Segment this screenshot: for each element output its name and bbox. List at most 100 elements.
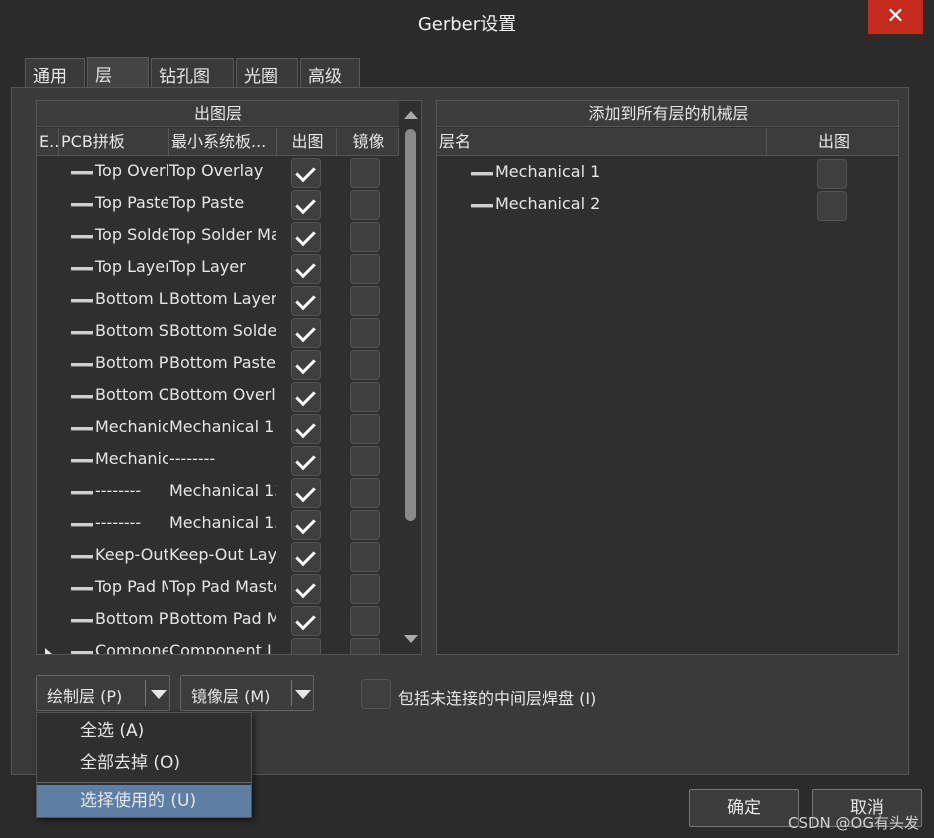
layer-color-icon xyxy=(71,299,93,303)
table-row[interactable]: Bottom PasteBottom Paste xyxy=(37,349,397,381)
mirror-checkbox[interactable] xyxy=(350,318,380,348)
expand-arrow-icon[interactable] xyxy=(45,648,52,654)
layer-name: Mechanical 1 xyxy=(495,162,601,181)
table-row[interactable]: Top Paste Top Paste xyxy=(37,189,397,221)
plot-checkbox[interactable] xyxy=(291,222,321,252)
mechanical-layers-header: 添加到所有层的机械层 xyxy=(437,101,898,127)
mirror-checkbox[interactable] xyxy=(350,446,380,476)
mirror-layers-dropdown-label: 镜像层 (M) xyxy=(191,687,271,706)
scroll-thumb[interactable] xyxy=(405,129,416,521)
table-row[interactable]: Mechanical-------- xyxy=(37,445,397,477)
mirror-checkbox[interactable] xyxy=(350,574,380,604)
tab-drill-drawing[interactable]: 钻孔图层 xyxy=(151,58,234,112)
mirror-checkbox[interactable] xyxy=(350,222,380,252)
plot-layers-scrollbar[interactable] xyxy=(400,101,421,654)
plot-checkbox[interactable] xyxy=(291,542,321,572)
mirror-checkbox[interactable] xyxy=(350,414,380,444)
table-row[interactable]: Bottom OverlayBottom Overlay xyxy=(37,381,397,413)
tab-content: 出图层 E.. PCB拼板 最小系统板... 出图 镜像 Top Overlay… xyxy=(11,87,909,775)
plot-checkbox[interactable] xyxy=(291,318,321,348)
layer-color-icon xyxy=(71,171,93,175)
col-e[interactable]: E.. xyxy=(37,128,59,156)
table-row[interactable]: -------- Mechanical 15 xyxy=(37,509,397,541)
col-layer-name[interactable]: 层名 xyxy=(437,128,767,156)
table-row[interactable]: Component LayerComponent Layer xyxy=(37,637,397,655)
list-item[interactable]: Mechanical 2 xyxy=(437,190,897,222)
pcb-layer-name: Top Paste xyxy=(95,193,168,212)
tab-layers[interactable]: 层 xyxy=(87,57,149,89)
min-system-layer-name: Top Layer xyxy=(169,257,246,276)
plot-checkbox[interactable] xyxy=(291,414,321,444)
mirror-checkbox[interactable] xyxy=(350,542,380,572)
mirror-checkbox[interactable] xyxy=(350,158,380,188)
plot-checkbox[interactable] xyxy=(291,478,321,508)
col-pcb-panel[interactable]: PCB拼板 xyxy=(59,128,169,156)
menu-item-select-used[interactable]: 选择使用的 (U) xyxy=(37,785,251,817)
plot-checkbox[interactable] xyxy=(291,510,321,540)
include-unconnected-checkbox[interactable] xyxy=(361,679,391,709)
plot-layers-header: 出图层 xyxy=(37,101,399,127)
table-row[interactable]: Top SolderTop Solder Mask xyxy=(37,221,397,253)
mirror-checkbox[interactable] xyxy=(350,510,380,540)
table-row[interactable]: Mechanical 1Mechanical 1 xyxy=(37,413,397,445)
menu-item-select-all[interactable]: 全选 (A) xyxy=(37,715,251,747)
menu-item-deselect-all[interactable]: 全部去掉 (O) xyxy=(37,747,251,779)
plot-checkbox[interactable] xyxy=(291,606,321,636)
plot-checkbox[interactable] xyxy=(291,286,321,316)
table-row[interactable]: Top OverlayTop Overlay xyxy=(37,157,397,189)
min-system-layer-name: Bottom Layer xyxy=(169,289,276,308)
tab-general[interactable]: 通用 xyxy=(25,58,85,88)
col-plot[interactable]: 出图 xyxy=(277,128,337,156)
mirror-checkbox[interactable] xyxy=(350,382,380,412)
mirror-checkbox[interactable] xyxy=(350,190,380,220)
chevron-down-icon[interactable] xyxy=(295,690,311,699)
plot-checkbox[interactable] xyxy=(291,574,321,604)
col-mech-plot[interactable]: 出图 xyxy=(767,128,898,156)
mech-plot-checkbox[interactable] xyxy=(817,191,847,221)
mirror-checkbox[interactable] xyxy=(350,254,380,284)
table-row[interactable]: Bottom SolderBottom Solder xyxy=(37,317,397,349)
plot-layers-dropdown[interactable]: 绘制层 (P) xyxy=(36,675,170,711)
mech-plot-checkbox[interactable] xyxy=(817,159,847,189)
chevron-down-icon[interactable] xyxy=(151,690,167,699)
mechanical-layers-panel: 添加到所有层的机械层 层名 出图 Mechanical 1 Mechanical… xyxy=(436,100,899,655)
mirror-layers-dropdown[interactable]: 镜像层 (M) xyxy=(180,675,314,711)
table-row[interactable]: Bottom LayerBottom Layer xyxy=(37,285,397,317)
list-item[interactable]: Mechanical 1 xyxy=(437,158,897,190)
tab-advanced[interactable]: 高级 xyxy=(300,58,360,88)
col-min-system[interactable]: 最小系统板... xyxy=(169,128,277,156)
scroll-up-icon[interactable] xyxy=(404,111,418,119)
plot-checkbox[interactable] xyxy=(291,254,321,284)
plot-checkbox[interactable] xyxy=(291,158,321,188)
scroll-down-icon[interactable] xyxy=(404,635,418,643)
mirror-checkbox[interactable] xyxy=(350,350,380,380)
plot-checkbox[interactable] xyxy=(291,382,321,412)
mirror-checkbox[interactable] xyxy=(350,638,380,654)
min-system-layer-name: Top Overlay xyxy=(169,161,264,180)
close-icon[interactable]: ✕ xyxy=(868,0,923,34)
mirror-checkbox[interactable] xyxy=(350,606,380,636)
min-system-layer-name: Component Layer xyxy=(169,641,276,655)
table-row[interactable]: Keep-Out LayerKeep-Out Layer xyxy=(37,541,397,573)
plot-layers-menu: 全选 (A) 全部去掉 (O) 选择使用的 (U) xyxy=(36,712,252,818)
table-row[interactable]: Bottom Pad MasterBottom Pad Master xyxy=(37,605,397,637)
table-row[interactable]: -------- Mechanical 13 xyxy=(37,477,397,509)
min-system-layer-name: Bottom Solder xyxy=(169,321,276,340)
watermark: CSDN @OG有头发 xyxy=(788,814,919,832)
plot-layers-dropdown-label: 绘制层 (P) xyxy=(47,687,123,706)
mirror-checkbox[interactable] xyxy=(350,286,380,316)
pcb-layer-name: Bottom Layer xyxy=(95,289,168,308)
plot-checkbox[interactable] xyxy=(291,446,321,476)
pcb-layer-name: Mechanical 1 xyxy=(95,417,168,436)
plot-checkbox[interactable] xyxy=(291,190,321,220)
ok-button[interactable]: 确定 xyxy=(689,789,799,827)
layer-color-icon xyxy=(71,235,93,239)
col-mirror[interactable]: 镜像 xyxy=(337,128,399,156)
plot-checkbox[interactable] xyxy=(291,350,321,380)
tab-apertures[interactable]: 光圈 xyxy=(236,58,298,88)
table-row[interactable]: Top Layer Top Layer xyxy=(37,253,397,285)
plot-checkbox[interactable] xyxy=(291,638,321,654)
layer-color-icon xyxy=(71,363,93,367)
table-row[interactable]: Top Pad MasterTop Pad Master xyxy=(37,573,397,605)
mirror-checkbox[interactable] xyxy=(350,478,380,508)
